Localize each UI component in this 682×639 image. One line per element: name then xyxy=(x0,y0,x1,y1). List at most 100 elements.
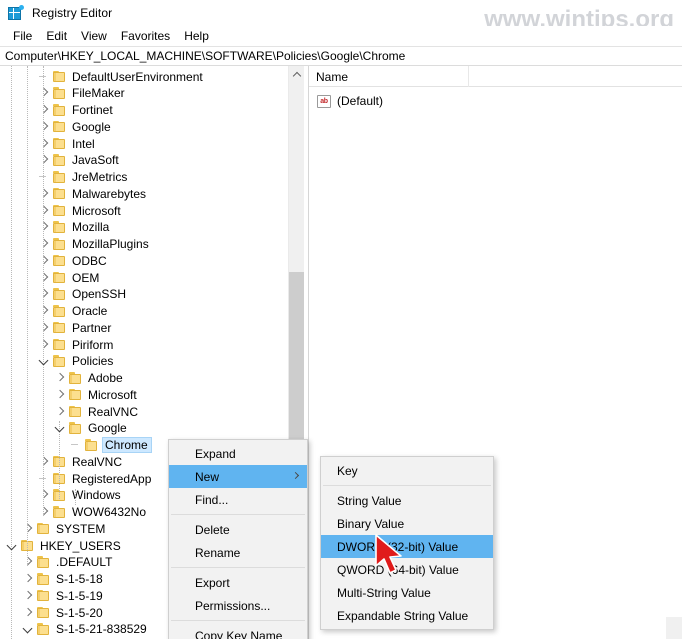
context-submenu-item[interactable]: Multi-String Value xyxy=(321,581,493,604)
tree-item-label: MozillaPlugins xyxy=(72,237,149,251)
folder-icon xyxy=(52,353,68,369)
values-column-header: Name xyxy=(309,66,682,87)
context-submenu-item[interactable]: DWORD (32-bit) Value xyxy=(321,535,493,558)
context-menu-item[interactable]: Export xyxy=(169,571,307,594)
chevron-right-icon[interactable] xyxy=(36,253,52,269)
context-menu-item[interactable]: Rename xyxy=(169,541,307,564)
chevron-right-icon[interactable] xyxy=(36,85,52,101)
chevron-right-icon[interactable] xyxy=(36,487,52,503)
context-menu-item[interactable]: Copy Key Name xyxy=(169,624,307,639)
folder-icon xyxy=(52,253,68,269)
column-name[interactable]: Name xyxy=(309,66,469,87)
chevron-down-icon[interactable] xyxy=(4,538,20,554)
menu-edit[interactable]: Edit xyxy=(39,28,74,44)
tree-item-label: Chrome xyxy=(102,437,152,453)
tree-item-label: RealVNC xyxy=(88,404,139,419)
context-menu-item[interactable]: New xyxy=(169,465,307,488)
chevron-right-icon[interactable] xyxy=(36,270,52,286)
tree-guide-line xyxy=(27,66,28,566)
chevron-right-icon[interactable] xyxy=(20,521,36,537)
chevron-right-icon[interactable] xyxy=(36,236,52,252)
chevron-right-icon[interactable] xyxy=(36,102,52,118)
tree-item-label: WOW6432No xyxy=(72,505,147,519)
chevron-right-icon[interactable] xyxy=(36,119,52,135)
context-menu-item[interactable]: Delete xyxy=(169,518,307,541)
address-bar[interactable]: Computer\HKEY_LOCAL_MACHINE\SOFTWARE\Pol… xyxy=(0,46,682,66)
chevron-right-icon[interactable] xyxy=(52,370,68,386)
chevron-right-icon[interactable] xyxy=(36,203,52,219)
context-submenu-item[interactable]: Binary Value xyxy=(321,512,493,535)
folder-icon xyxy=(52,85,68,101)
context-menu-item[interactable]: Find... xyxy=(169,488,307,511)
tree-guide-line xyxy=(11,66,12,639)
context-menu-item[interactable]: Expand xyxy=(169,442,307,465)
tree-item-label: Google xyxy=(72,119,111,134)
folder-icon xyxy=(84,437,100,453)
scroll-up-icon[interactable] xyxy=(289,66,304,83)
context-submenu-new[interactable]: Key String Value Binary Value DWORD (32-bit… xyxy=(320,456,494,630)
tree-item-label: Mozilla xyxy=(72,220,110,235)
folder-icon xyxy=(52,186,68,202)
folder-icon xyxy=(52,320,68,336)
folder-icon xyxy=(52,286,68,302)
menu-view[interactable]: View xyxy=(74,28,114,44)
folder-icon xyxy=(52,303,68,319)
chevron-right-icon[interactable] xyxy=(20,571,36,587)
chevron-right-icon[interactable] xyxy=(36,454,52,470)
tree-item-label: ODBC xyxy=(72,253,107,268)
chevron-down-icon[interactable] xyxy=(20,621,36,637)
tree-item-label: S-1-5-21-838529 xyxy=(56,622,147,637)
chevron-right-icon[interactable] xyxy=(20,605,36,621)
context-submenu-item[interactable]: Expandable String Value xyxy=(321,604,493,627)
context-submenu-label: Key xyxy=(337,463,358,478)
folder-icon xyxy=(52,69,68,85)
registry-icon xyxy=(8,5,24,21)
folder-icon xyxy=(52,487,68,503)
context-menu-label: Export xyxy=(195,575,230,590)
tree-item-label: Microsoft xyxy=(72,203,121,218)
chevron-down-icon[interactable] xyxy=(36,353,52,369)
chevron-right-icon[interactable] xyxy=(36,186,52,202)
tree-line-icon xyxy=(36,471,52,487)
tree-item-label: Windows xyxy=(72,488,121,503)
chevron-right-icon[interactable] xyxy=(36,136,52,152)
folder-icon xyxy=(52,504,68,520)
chevron-right-icon[interactable] xyxy=(36,337,52,353)
chevron-right-icon[interactable] xyxy=(20,554,36,570)
chevron-right-icon[interactable] xyxy=(20,588,36,604)
string-value-icon: ab xyxy=(317,94,331,108)
chevron-right-icon[interactable] xyxy=(36,286,52,302)
context-submenu-label: QWORD (64-bit) Value xyxy=(337,562,459,577)
tree-item-label: Malwarebytes xyxy=(72,186,147,201)
window-title: Registry Editor xyxy=(32,6,113,20)
chevron-right-icon[interactable] xyxy=(36,152,52,168)
tree-item-label: S-1-5-18 xyxy=(56,572,103,586)
chevron-right-icon[interactable] xyxy=(52,404,68,420)
value-row-default[interactable]: ab (Default) xyxy=(309,92,383,110)
menu-favorites[interactable]: Favorites xyxy=(114,28,177,44)
value-name: (Default) xyxy=(337,94,384,108)
chevron-right-icon[interactable] xyxy=(36,504,52,520)
folder-icon xyxy=(36,521,52,537)
tree-item-label: S-1-5-19 xyxy=(56,588,103,603)
chevron-right-icon[interactable] xyxy=(36,219,52,235)
context-menu[interactable]: Expand New Find... Delete Rename Export Permis… xyxy=(168,439,308,639)
menu-help[interactable]: Help xyxy=(177,28,216,44)
context-submenu-item[interactable]: String Value xyxy=(321,489,493,512)
tree-item-label: DefaultUserEnvironment xyxy=(72,69,203,84)
menu-separator xyxy=(171,514,305,515)
context-menu-label: Find... xyxy=(195,492,229,507)
chevron-down-icon[interactable] xyxy=(52,420,68,436)
context-submenu-label: Multi-String Value xyxy=(337,585,431,600)
chevron-right-icon[interactable] xyxy=(52,387,68,403)
folder-icon xyxy=(20,538,36,554)
chevron-right-icon[interactable] xyxy=(36,303,52,319)
tree-item-label: Microsoft xyxy=(88,387,137,402)
tree-item-label: JavaSoft xyxy=(72,153,119,168)
context-submenu-item[interactable]: QWORD (64-bit) Value xyxy=(321,558,493,581)
context-submenu-item[interactable]: Key xyxy=(321,459,493,482)
context-menu-item[interactable]: Permissions... xyxy=(169,594,307,617)
chevron-right-icon[interactable] xyxy=(36,320,52,336)
tree-item-label: Policies xyxy=(72,354,114,369)
menu-file[interactable]: File xyxy=(6,28,39,44)
